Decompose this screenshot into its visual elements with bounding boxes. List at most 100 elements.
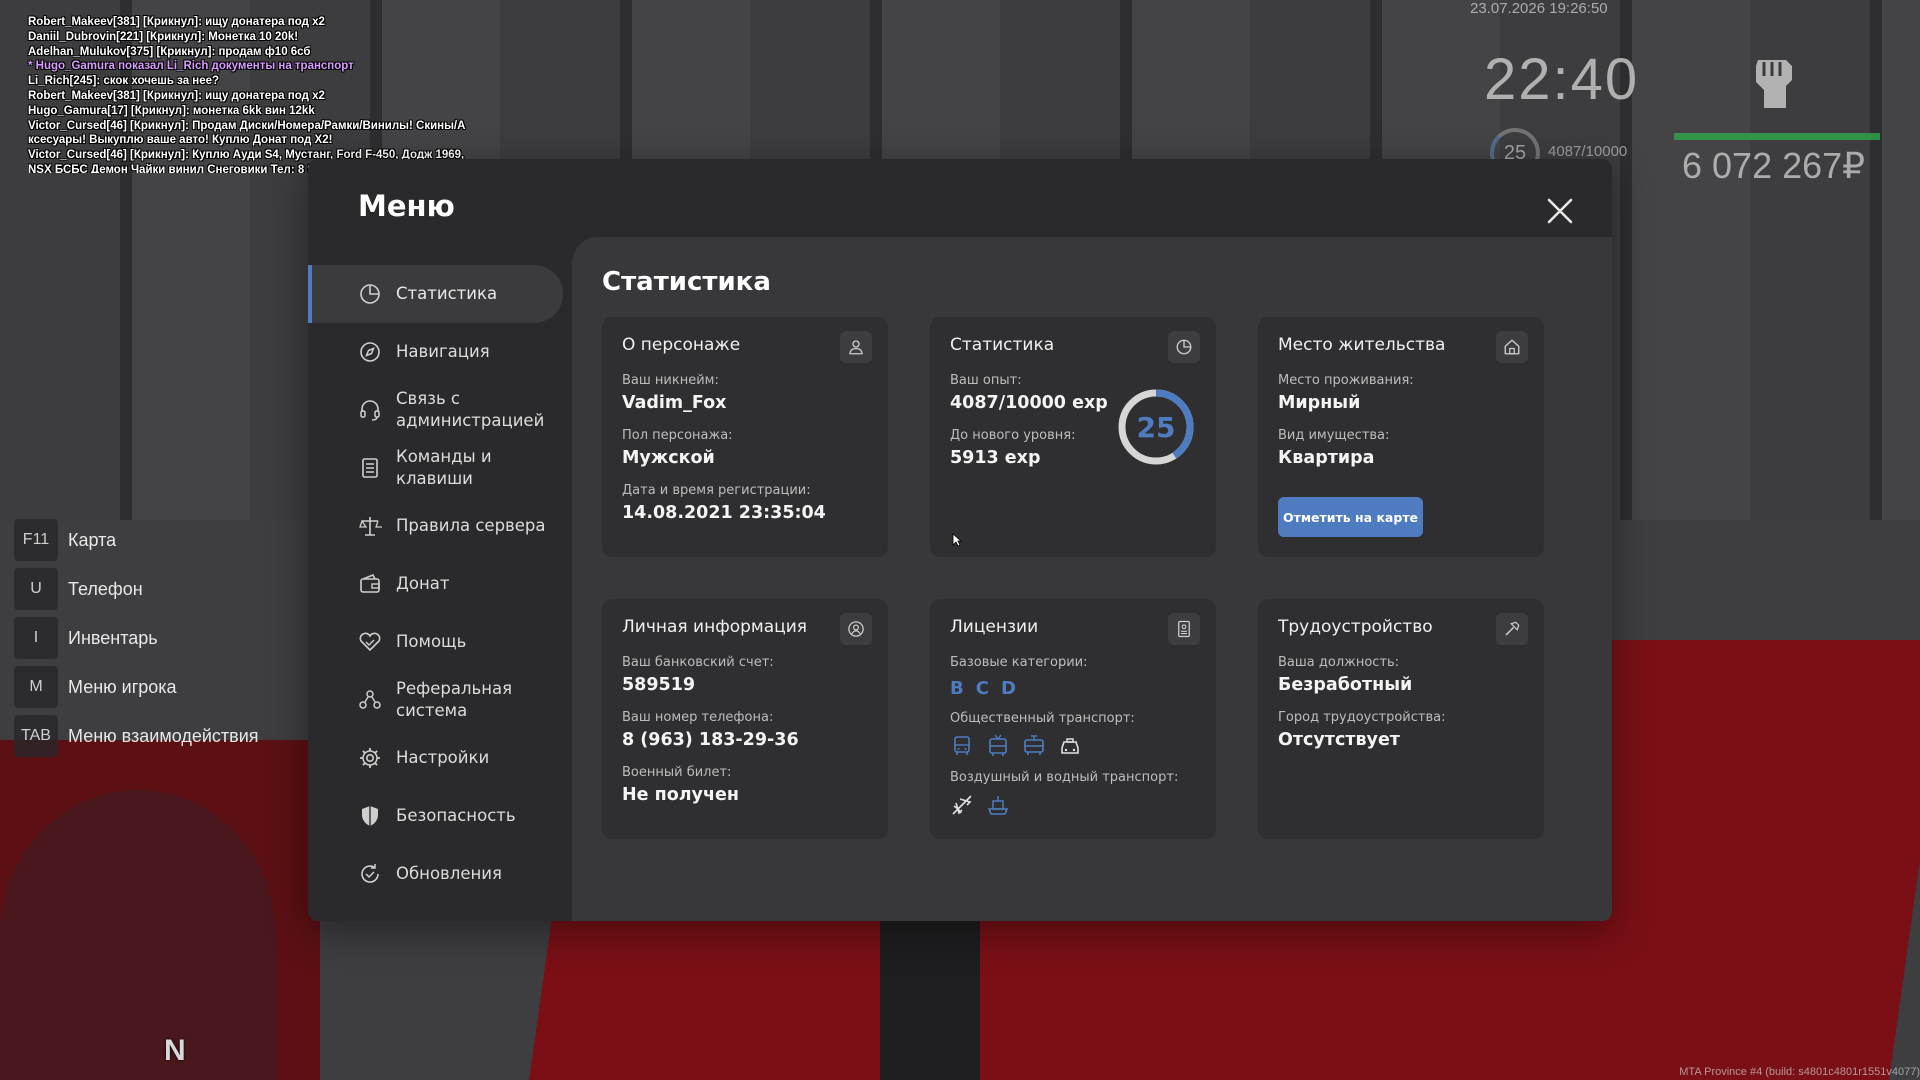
referral-icon bbox=[359, 690, 381, 709]
taxi-icon bbox=[1061, 738, 1079, 754]
content-title: Статистика bbox=[602, 267, 771, 297]
keybind-row: TAB Меню взаимодействия bbox=[14, 714, 259, 758]
card-licenses: Лицензии Базовые категории: B C D Общест… bbox=[930, 599, 1216, 839]
sidebar-item-label: Команды и клавиши bbox=[396, 447, 492, 488]
registration-date-value: 14.08.2021 23:35:04 bbox=[622, 503, 826, 523]
sidebar-item-label: Навигация bbox=[396, 342, 490, 361]
content-panel: Статистика О персонаже Ваш никнейм: Vadi… bbox=[572, 237, 1612, 921]
sidebar-item-label: Донат bbox=[396, 574, 450, 593]
chat-line: * Hugo_Gamura показал Li_Rich документы … bbox=[28, 60, 354, 73]
chat-log: Robert_Makeev[381] [Крикнул]: ищу донате… bbox=[28, 15, 508, 173]
sidebar-item-admin-contact[interactable]: Связь с администрацией bbox=[308, 381, 572, 439]
military-id-value: Не получен bbox=[622, 785, 739, 805]
chat-line: Hugo_Gamura[17] [Крикнул]: монетка 6kk в… bbox=[28, 104, 315, 117]
keybind-row: I Инвентарь bbox=[14, 616, 259, 660]
card-title: Лицензии bbox=[950, 617, 1039, 637]
sidebar-item-help[interactable]: Помощь bbox=[308, 613, 572, 671]
mark-on-map-button[interactable]: Отметить на карте bbox=[1278, 497, 1423, 537]
key-cap: M bbox=[14, 666, 58, 708]
sidebar-item-label: Настройки bbox=[396, 748, 490, 767]
sidebar-item-donate[interactable]: Донат bbox=[308, 555, 572, 613]
card-residence: Место жительства Место проживания: Мирны… bbox=[1258, 317, 1544, 557]
keybind-row: U Телефон bbox=[14, 567, 259, 611]
card-stats: Статистика Ваш опыт: 4087/10000 exp До н… bbox=[930, 317, 1216, 557]
compass-icon bbox=[360, 342, 380, 362]
sidebar-item-settings[interactable]: Настройки bbox=[308, 729, 572, 787]
user-icon bbox=[840, 331, 872, 363]
airplane-icon bbox=[952, 795, 972, 815]
sidebar-item-label: Правила сервера bbox=[396, 516, 546, 535]
field-label: Ваш номер телефона: bbox=[622, 710, 774, 725]
key-cap: F11 bbox=[14, 519, 58, 561]
chat-line: Victor_Cursed[46] [Крикнул]: Продам Диск… bbox=[28, 119, 466, 132]
sidebar-item-label: Связь с администрацией bbox=[396, 389, 545, 430]
keybind-row: M Меню игрока bbox=[14, 665, 259, 709]
keybind-hints: F11 Карта U Телефон I Инвентарь M Меню и… bbox=[14, 518, 259, 763]
sidebar-item-label: Безопасность bbox=[396, 806, 516, 825]
shield-icon bbox=[362, 806, 378, 826]
keybind-row: F11 Карта bbox=[14, 518, 259, 562]
key-label: Телефон bbox=[68, 578, 143, 599]
key-cap: TAB bbox=[14, 715, 58, 757]
document-icon bbox=[362, 458, 378, 478]
key-label: Меню игрока bbox=[68, 676, 177, 697]
job-position-value: Безработный bbox=[1278, 675, 1413, 695]
minimap bbox=[0, 790, 276, 1080]
fist-icon bbox=[1756, 60, 1792, 108]
field-label: Общественный транспорт: bbox=[950, 711, 1135, 726]
sidebar-item-navigation[interactable]: Навигация bbox=[308, 323, 572, 381]
field-label: Военный билет: bbox=[622, 765, 732, 780]
sidebar-item-referral[interactable]: Реферальная система bbox=[308, 671, 572, 729]
home-icon bbox=[1496, 331, 1528, 363]
sidebar-item-stats[interactable]: Статистика bbox=[308, 265, 563, 323]
nickname-value: Vadim_Fox bbox=[622, 393, 727, 413]
gender-value: Мужской bbox=[622, 448, 715, 468]
sidebar-item-updates[interactable]: Обновления bbox=[308, 845, 572, 903]
field-label: Ваш опыт: bbox=[950, 373, 1022, 388]
field-label: Вид имущества: bbox=[1278, 428, 1390, 443]
menu-title: Меню bbox=[358, 189, 455, 223]
gear-icon bbox=[360, 748, 380, 768]
phone-number-value: 8 (963) 183-29-36 bbox=[622, 730, 799, 750]
chat-line: ксесуары! Выкуплю ваше авто! Куплю Донат… bbox=[28, 134, 333, 147]
user-circle-icon bbox=[840, 613, 872, 645]
sidebar-item-commands[interactable]: Команды и клавиши bbox=[308, 439, 572, 497]
chat-line: Adelhan_Mulukov[375] [Крикнул]: продам ф… bbox=[28, 45, 311, 58]
residence-place-value: Мирный bbox=[1278, 393, 1361, 413]
level-number: 25 bbox=[1136, 410, 1176, 444]
field-label: Город трудоустройства: bbox=[1278, 710, 1446, 725]
key-label: Инвентарь bbox=[68, 627, 158, 648]
sidebar-item-rules[interactable]: Правила сервера bbox=[308, 497, 572, 555]
chat-line: Robert_Makeev[381] [Крикнул]: ищу донате… bbox=[28, 16, 325, 28]
job-city-value: Отсутствует bbox=[1278, 730, 1400, 750]
card-title: О персонаже bbox=[622, 335, 741, 355]
refresh-check-icon bbox=[361, 864, 379, 883]
property-type-value: Квартира bbox=[1278, 448, 1375, 468]
compass-north: N bbox=[164, 1034, 186, 1067]
card-title: Место жительства bbox=[1278, 335, 1446, 355]
mouse-cursor-icon bbox=[952, 533, 962, 547]
license-icon bbox=[1168, 613, 1200, 645]
sidebar-item-security[interactable]: Безопасность bbox=[308, 787, 572, 845]
hud-date: 23.07.2026 19:26:50 bbox=[1470, 0, 1608, 17]
close-icon[interactable] bbox=[1544, 195, 1576, 227]
field-label: Место проживания: bbox=[1278, 373, 1414, 388]
field-label: Ваш никнейм: bbox=[622, 373, 719, 388]
tram-icon bbox=[1024, 735, 1044, 755]
chat-line: Daniil_Dubrovin[221] [Крикнул]: Монетка … bbox=[28, 30, 299, 43]
field-label: Дата и время регистрации: bbox=[622, 483, 811, 498]
sidebar-item-label: Реферальная система bbox=[396, 679, 513, 720]
card-character: О персонаже Ваш никнейм: Vadim_Fox Пол п… bbox=[602, 317, 888, 557]
key-cap: U bbox=[14, 568, 58, 610]
menu-sidebar: Статистика Навигация Связь с администрац… bbox=[308, 265, 572, 903]
field-label: Базовые категории: bbox=[950, 655, 1088, 670]
air-water-transport-icons bbox=[950, 793, 1196, 817]
scales-icon bbox=[359, 517, 382, 536]
bus-icon bbox=[954, 736, 970, 755]
hud-exp: 4087/10000 bbox=[1548, 143, 1628, 160]
hud-money: 6 072 267₽ bbox=[1682, 145, 1866, 186]
build-info: MTA Province #4 (build: s4801c4801r1551v… bbox=[1679, 1066, 1920, 1078]
field-label: Воздушный и водный транспорт: bbox=[950, 770, 1179, 785]
wallet-icon bbox=[360, 574, 380, 593]
boat-icon bbox=[987, 796, 1009, 815]
